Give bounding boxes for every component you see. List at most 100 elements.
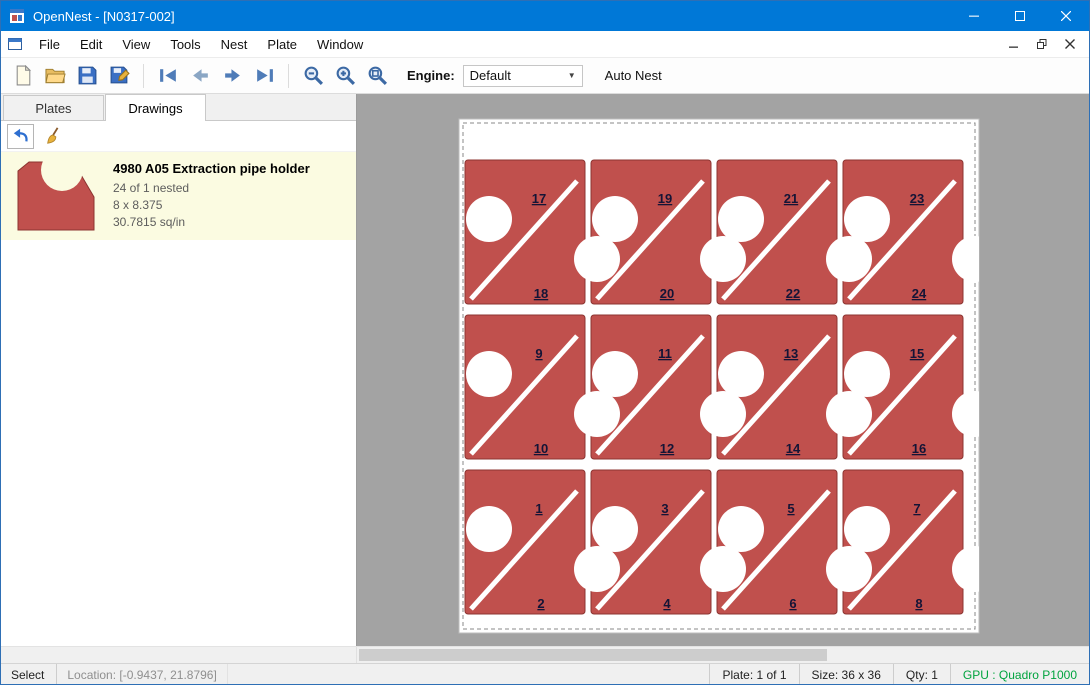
status-cell: Size: 36 x 36 xyxy=(799,664,893,685)
save-edit-button[interactable] xyxy=(103,61,135,91)
nest-canvas[interactable]: 171819202122232491011121314151612345678 xyxy=(357,94,1089,646)
part-number[interactable]: 9 xyxy=(535,346,542,361)
drawing-size: 8 x 8.375 xyxy=(113,197,310,214)
menu-nest[interactable]: Nest xyxy=(211,31,258,58)
titlebar: OpenNest - [N0317-002] xyxy=(1,1,1089,31)
engine-select[interactable]: Default ▼ xyxy=(463,65,583,87)
maximize-button[interactable] xyxy=(997,1,1043,31)
mdi-restore-button[interactable] xyxy=(1029,34,1055,54)
part-number[interactable]: 4 xyxy=(663,596,671,611)
import-icon xyxy=(12,127,30,145)
part-number[interactable]: 6 xyxy=(789,596,796,611)
nav-prev-icon xyxy=(190,65,211,86)
caption-buttons xyxy=(951,1,1089,31)
mdi-document-icon xyxy=(7,36,23,52)
part-number[interactable]: 11 xyxy=(658,346,672,361)
nav-next-button[interactable] xyxy=(216,61,248,91)
status-cell: GPU : Quadro P1000 xyxy=(950,664,1089,685)
menu-file[interactable]: File xyxy=(29,31,70,58)
part-notch xyxy=(466,506,512,552)
part-number[interactable]: 17 xyxy=(532,191,546,206)
menu-tools[interactable]: Tools xyxy=(160,31,210,58)
part-number[interactable]: 13 xyxy=(784,346,798,361)
hscrollbar-thumb[interactable] xyxy=(359,649,827,661)
mdi-window-buttons xyxy=(1001,34,1085,54)
drawing-list-item[interactable]: 4980 A05 Extraction pipe holder 24 of 1 … xyxy=(1,152,356,240)
status-cell: Qty: 1 xyxy=(893,664,950,685)
minimize-button[interactable] xyxy=(951,1,997,31)
zoom-out-button[interactable] xyxy=(297,61,329,91)
part-number[interactable]: 10 xyxy=(534,441,548,456)
part-number[interactable]: 23 xyxy=(910,191,924,206)
new-file-button[interactable] xyxy=(7,61,39,91)
clean-button[interactable] xyxy=(40,124,67,149)
engine-label: Engine: xyxy=(407,68,455,83)
part-notch xyxy=(844,196,890,242)
file-button-group xyxy=(7,61,135,91)
mdi-close-button[interactable] xyxy=(1057,34,1083,54)
zoom-button-group xyxy=(297,61,393,91)
menu-plate[interactable]: Plate xyxy=(257,31,307,58)
hscrollbar[interactable] xyxy=(357,647,1089,663)
part-notch xyxy=(592,196,638,242)
main-content: PlatesDrawings 4980 A05 Extraction pipe … xyxy=(1,94,1089,646)
part-number[interactable]: 20 xyxy=(660,286,674,301)
part-number[interactable]: 8 xyxy=(915,596,922,611)
import-button[interactable] xyxy=(7,124,34,149)
menu-window[interactable]: Window xyxy=(307,31,373,58)
open-folder-icon xyxy=(45,65,66,86)
part-number[interactable]: 16 xyxy=(912,441,926,456)
part-notch xyxy=(592,351,638,397)
menu-items: FileEditViewToolsNestPlateWindow xyxy=(29,31,373,58)
save-edit-icon xyxy=(109,65,130,86)
chevron-down-icon: ▼ xyxy=(568,71,576,80)
zoom-in-button[interactable] xyxy=(329,61,361,91)
tab-plates[interactable]: Plates xyxy=(3,95,104,120)
open-folder-button[interactable] xyxy=(39,61,71,91)
part-number[interactable]: 1 xyxy=(535,501,542,516)
part-number[interactable]: 18 xyxy=(534,286,548,301)
mdi-minimize-button[interactable] xyxy=(1001,34,1027,54)
part-notch xyxy=(826,391,872,437)
part-notch xyxy=(826,236,872,282)
auto-nest-button[interactable]: Auto Nest xyxy=(599,68,668,83)
part-number[interactable]: 7 xyxy=(913,501,920,516)
close-button[interactable] xyxy=(1043,1,1089,31)
hscroll-corner xyxy=(1,647,357,663)
part-number[interactable]: 3 xyxy=(661,501,668,516)
nav-last-icon xyxy=(254,65,275,86)
part-number[interactable]: 19 xyxy=(658,191,672,206)
save-button[interactable] xyxy=(71,61,103,91)
engine-selected-value: Default xyxy=(470,68,511,83)
part-notch xyxy=(952,546,998,592)
part-number[interactable]: 12 xyxy=(660,441,674,456)
minimize-icon xyxy=(969,11,979,21)
nav-next-icon xyxy=(222,65,243,86)
menu-view[interactable]: View xyxy=(112,31,160,58)
menu-edit[interactable]: Edit xyxy=(70,31,112,58)
part-notch xyxy=(952,236,998,282)
part-notch xyxy=(718,196,764,242)
part-notch xyxy=(718,506,764,552)
nav-last-button[interactable] xyxy=(248,61,280,91)
part-number[interactable]: 5 xyxy=(787,501,794,516)
part-number[interactable]: 21 xyxy=(784,191,798,206)
mdi-restore-icon xyxy=(1037,39,1047,49)
mdi-close-icon xyxy=(1065,39,1075,49)
part-notch xyxy=(466,351,512,397)
tab-drawings[interactable]: Drawings xyxy=(105,94,206,121)
clean-icon xyxy=(45,127,63,145)
nav-first-button[interactable] xyxy=(152,61,184,91)
part-number[interactable]: 22 xyxy=(786,286,800,301)
part-number[interactable]: 24 xyxy=(912,286,927,301)
drawing-area: 30.7815 sq/in xyxy=(113,214,310,231)
sidepanel-tabs: PlatesDrawings xyxy=(1,94,356,121)
part-number[interactable]: 15 xyxy=(910,346,924,361)
zoom-fit-button[interactable] xyxy=(361,61,393,91)
nav-prev-button[interactable] xyxy=(184,61,216,91)
part-notch xyxy=(826,546,872,592)
part-number[interactable]: 2 xyxy=(537,596,544,611)
hscroll-row xyxy=(1,646,1089,663)
part-notch xyxy=(466,196,512,242)
part-number[interactable]: 14 xyxy=(786,441,801,456)
